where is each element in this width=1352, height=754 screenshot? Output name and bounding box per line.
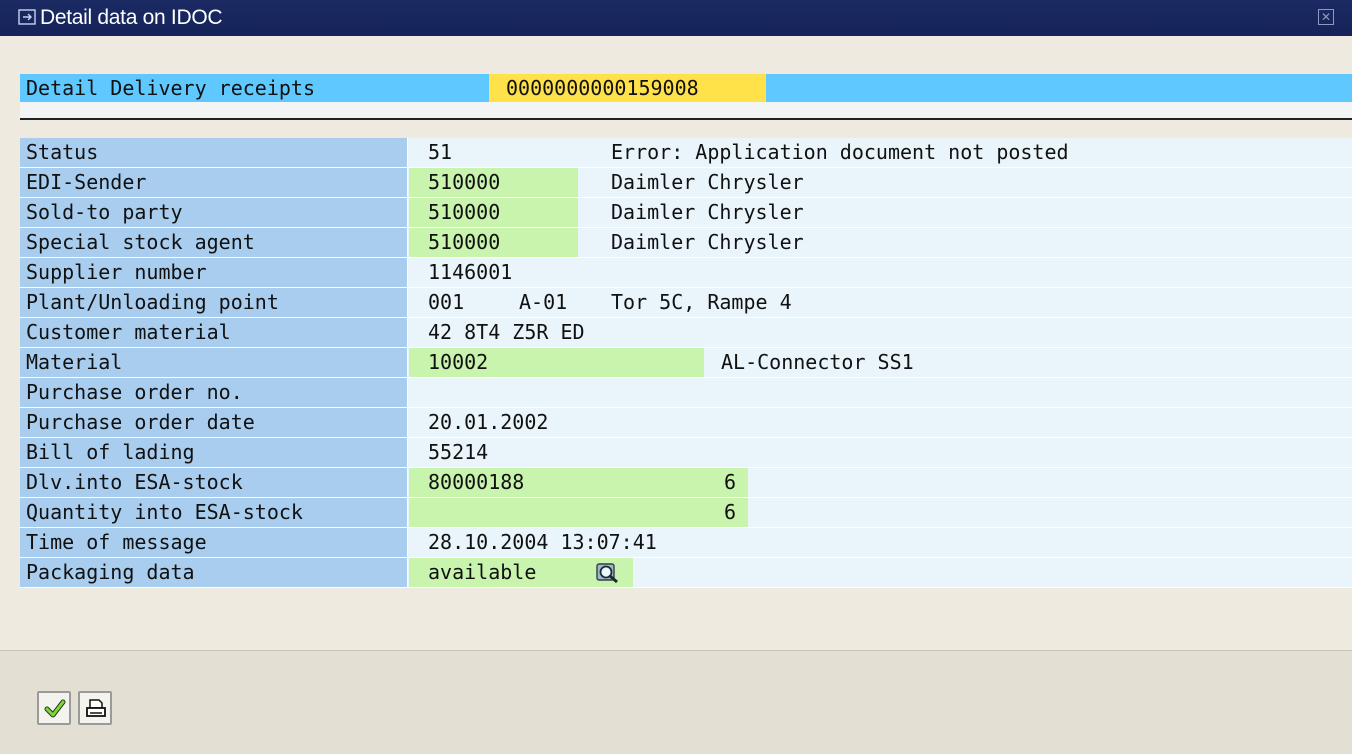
table-row: Time of message 28.10.2004 13:07:41: [20, 528, 1352, 558]
idoc-number: 0000000000159008: [489, 74, 766, 102]
unloading-point-text: Tor 5C, Rampe 4: [611, 290, 792, 314]
detail-table: Status 51 Error: Application document no…: [20, 138, 1352, 588]
field-label: Sold-to party: [20, 198, 408, 227]
close-icon[interactable]: ✕: [1318, 9, 1334, 25]
table-row: Purchase order date 20.01.2002: [20, 408, 1352, 438]
table-row: EDI-Sender 510000 Daimler Chrysler: [20, 168, 1352, 198]
edi-sender-field[interactable]: 510000: [409, 168, 578, 197]
button-bar: [0, 650, 1352, 754]
window-title: Detail data on IDOC: [40, 6, 223, 29]
table-row: Sold-to party 510000 Daimler Chrysler: [20, 198, 1352, 228]
header-label: Detail Delivery receipts: [26, 76, 315, 100]
edi-sender-name: Daimler Chrysler: [611, 170, 804, 194]
material-field[interactable]: 10002: [409, 348, 704, 377]
esa-delivery-qty: 6: [724, 470, 737, 494]
plant-code: 001: [428, 290, 465, 314]
table-row: Supplier number 1146001: [20, 258, 1352, 288]
field-label: Supplier number: [20, 258, 408, 287]
table-row: Bill of lading 55214: [20, 438, 1352, 468]
field-label: Customer material: [20, 318, 408, 347]
special-stock-agent-field[interactable]: 510000: [409, 228, 578, 257]
esa-delivery-field[interactable]: 80000188: [409, 468, 748, 497]
printer-icon: [86, 699, 106, 717]
esa-quantity: 6: [724, 500, 737, 524]
table-row: Packaging data available: [20, 558, 1352, 588]
spacer: [20, 102, 1352, 118]
field-label: Purchase order no.: [20, 378, 408, 407]
field-label: Dlv.into ESA-stock: [20, 468, 408, 497]
field-label: Special stock agent: [20, 228, 408, 257]
field-label: EDI-Sender: [20, 168, 408, 197]
field-label: Material: [20, 348, 408, 377]
table-row: Special stock agent 510000 Daimler Chrys…: [20, 228, 1352, 258]
sold-to-party-name: Daimler Chrysler: [611, 200, 804, 224]
status-text: Error: Application document not posted: [611, 140, 1069, 164]
field-label: Bill of lading: [20, 438, 408, 467]
special-stock-agent-name: Daimler Chrysler: [611, 230, 804, 254]
print-button[interactable]: [78, 691, 112, 725]
field-label: Purchase order date: [20, 408, 408, 437]
field-label: Status: [20, 138, 408, 167]
bill-of-lading: 55214: [428, 440, 489, 464]
supplier-number: 1146001: [428, 260, 513, 284]
ok-button[interactable]: [37, 691, 71, 725]
purchase-order-date: 20.01.2002: [428, 410, 549, 434]
unloading-point-code: A-01: [519, 290, 568, 314]
table-row: Purchase order no.: [20, 378, 1352, 408]
esa-quantity-field[interactable]: [409, 498, 748, 527]
divider: [20, 118, 1352, 120]
material-description: AL-Connector SS1: [721, 350, 914, 374]
sold-to-party-field[interactable]: 510000: [409, 198, 578, 227]
dialog-icon: [18, 9, 36, 25]
field-label: Packaging data: [20, 558, 408, 587]
content-area: Detail Delivery receipts 000000000015900…: [20, 36, 1352, 687]
customer-material: 42 8T4 Z5R ED: [428, 320, 585, 344]
table-row: Customer material 42 8T4 Z5R ED: [20, 318, 1352, 348]
table-row: Plant/Unloading point 001 A-01 Tor 5C, R…: [20, 288, 1352, 318]
time-of-message: 28.10.2004 13:07:41: [428, 530, 657, 554]
field-label: Time of message: [20, 528, 408, 557]
field-label: Quantity into ESA-stock: [20, 498, 408, 527]
status-code: 51: [428, 140, 453, 164]
title-bar: Detail data on IDOC ✕: [0, 0, 1352, 36]
header-row: Detail Delivery receipts 000000000015900…: [20, 74, 1352, 102]
table-row: Material 10002 AL-Connector SS1: [20, 348, 1352, 378]
idoc-detail-dialog: Detail data on IDOC ✕ Detail Delivery re…: [0, 0, 1352, 754]
checkmark-icon: [44, 699, 66, 718]
table-row: Status 51 Error: Application document no…: [20, 138, 1352, 168]
magnifier-icon[interactable]: [596, 561, 620, 584]
table-row: Dlv.into ESA-stock 80000188 6: [20, 468, 1352, 498]
table-row: Quantity into ESA-stock 6: [20, 498, 1352, 528]
field-label: Plant/Unloading point: [20, 288, 408, 317]
